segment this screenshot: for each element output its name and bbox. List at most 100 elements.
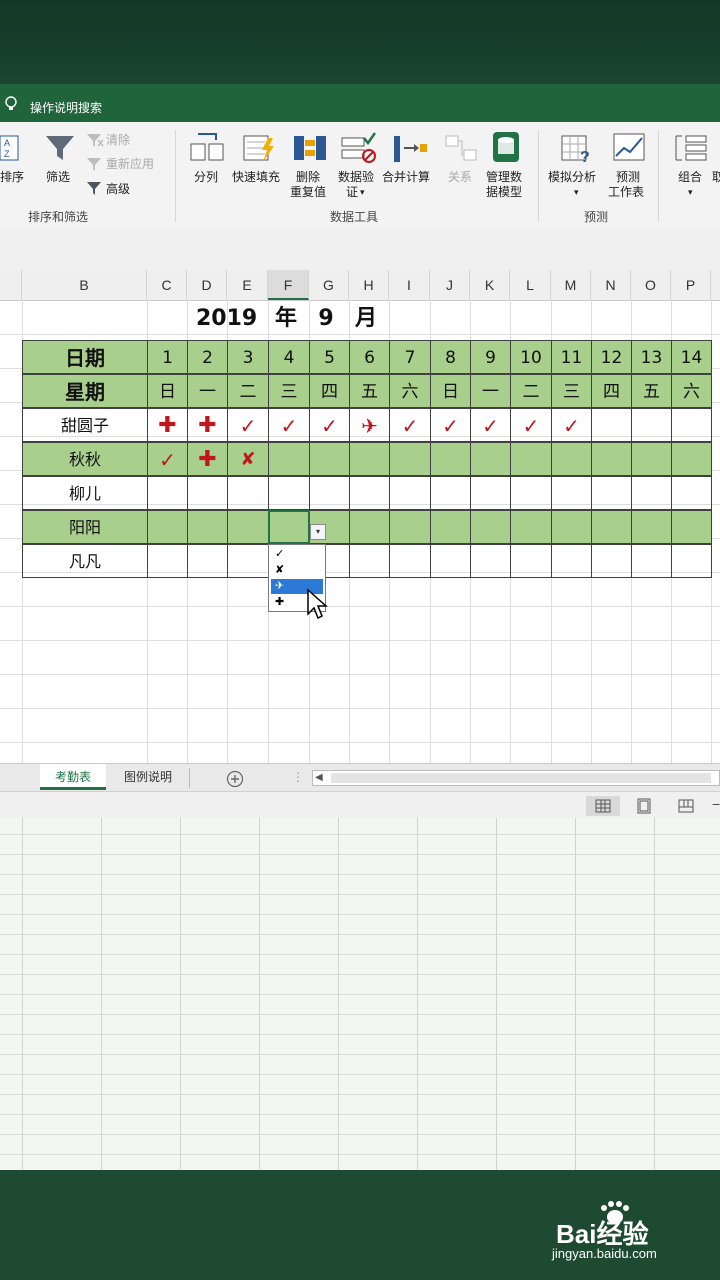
dropdown-arrow-button[interactable]: ▾ (310, 524, 326, 540)
column-header-e[interactable]: E (227, 270, 268, 300)
attendance-cell[interactable] (551, 510, 592, 544)
scroll-left-icon[interactable]: ◀ (315, 771, 323, 785)
attendance-cell[interactable] (268, 476, 310, 510)
attendance-cell[interactable] (470, 476, 511, 510)
flash-fill-button[interactable]: 快速填充 (232, 170, 280, 185)
weekday-cell[interactable]: 一 (187, 374, 228, 408)
clear-button[interactable]: 清除 (106, 133, 130, 148)
attendance-cell[interactable] (349, 544, 390, 578)
column-header-l[interactable]: L (510, 270, 551, 300)
attendance-cell[interactable] (591, 442, 632, 476)
column-header-d[interactable]: D (187, 270, 227, 300)
attendance-cell[interactable] (631, 476, 672, 510)
attendance-cell[interactable]: ✓ (268, 408, 310, 442)
attendance-cell[interactable]: ✓ (227, 408, 269, 442)
attendance-cell[interactable] (187, 476, 228, 510)
weekday-cell[interactable]: 五 (349, 374, 390, 408)
attendance-cell[interactable] (510, 442, 552, 476)
column-header-h[interactable]: H (349, 270, 389, 300)
dropdown-option[interactable]: ✘ (271, 563, 323, 578)
filter-button[interactable]: 筛选 (46, 170, 70, 185)
attendance-cell[interactable] (591, 544, 632, 578)
data-validation-l2[interactable]: 证 (346, 185, 358, 200)
weekday-cell[interactable]: 五 (631, 374, 672, 408)
column-header-o[interactable]: O (631, 270, 671, 300)
date-cell[interactable]: 13 (631, 340, 672, 374)
attendance-cell[interactable] (187, 510, 228, 544)
attendance-cell[interactable] (510, 510, 552, 544)
weekday-cell[interactable]: 四 (591, 374, 632, 408)
attendance-cell[interactable] (430, 476, 471, 510)
date-cell[interactable]: 14 (671, 340, 712, 374)
attendance-cell[interactable]: ✓ (510, 408, 552, 442)
scrollbar-thumb[interactable] (331, 773, 711, 783)
attendance-cell[interactable] (470, 510, 511, 544)
sort-button[interactable]: 排序 (0, 170, 24, 185)
attendance-cell[interactable] (309, 442, 350, 476)
attendance-cell[interactable] (510, 544, 552, 578)
person-name-cell[interactable]: 凡凡 (22, 544, 148, 578)
date-cell[interactable]: 4 (268, 340, 310, 374)
attendance-cell[interactable] (389, 442, 431, 476)
active-cell[interactable] (268, 510, 310, 544)
weekday-cell[interactable]: 三 (551, 374, 592, 408)
attendance-cell[interactable] (551, 476, 592, 510)
column-header-b[interactable]: B (22, 270, 147, 300)
weekday-cell[interactable]: 日 (430, 374, 471, 408)
date-cell[interactable]: 5 (309, 340, 350, 374)
attendance-cell[interactable] (349, 510, 390, 544)
dropdown-option[interactable]: ✓ (271, 547, 323, 562)
sheet-tab-attendance[interactable]: 考勤表 (40, 764, 106, 790)
advanced-button[interactable]: 高级 (106, 182, 130, 197)
date-cell[interactable]: 12 (591, 340, 632, 374)
tell-me-placeholder[interactable]: 操作说明搜索 (30, 99, 102, 116)
attendance-cell[interactable] (591, 408, 632, 442)
attendance-cell[interactable]: ✓ (430, 408, 471, 442)
forecast-sheet-l2[interactable]: 工作表 (608, 185, 644, 200)
person-name-cell[interactable]: 甜圆子 (22, 408, 148, 442)
attendance-cell[interactable] (671, 510, 712, 544)
what-if-button[interactable]: 模拟分析 (548, 170, 596, 185)
date-cell[interactable]: 3 (227, 340, 269, 374)
date-cell[interactable]: 1 (147, 340, 188, 374)
weekday-cell[interactable]: 四 (309, 374, 350, 408)
normal-view-icon[interactable] (586, 796, 620, 816)
text-to-columns-button[interactable]: 分列 (194, 170, 218, 185)
attendance-cell[interactable] (227, 476, 269, 510)
attendance-cell[interactable] (349, 476, 390, 510)
attendance-cell[interactable] (227, 544, 269, 578)
column-header-g[interactable]: G (309, 270, 349, 300)
weekday-cell[interactable]: 三 (268, 374, 310, 408)
page-break-view-icon[interactable] (678, 798, 694, 814)
attendance-cell[interactable] (349, 442, 390, 476)
attendance-cell[interactable] (147, 510, 188, 544)
attendance-cell[interactable] (671, 408, 712, 442)
relationships-button[interactable]: 关系 (448, 170, 472, 185)
consolidate-button[interactable]: 合并计算 (382, 170, 430, 185)
attendance-cell[interactable] (389, 510, 431, 544)
select-all-corner[interactable] (0, 270, 22, 300)
attendance-cell[interactable] (591, 510, 632, 544)
remove-duplicates-l2[interactable]: 重复值 (290, 185, 326, 200)
attendance-cell[interactable]: ✓ (551, 408, 592, 442)
weekday-cell[interactable]: 六 (671, 374, 712, 408)
attendance-cell[interactable] (430, 544, 471, 578)
weekday-cell[interactable]: 一 (470, 374, 511, 408)
attendance-cell[interactable] (671, 476, 712, 510)
data-validation-l1[interactable]: 数据验 (338, 170, 374, 185)
attendance-cell[interactable]: ✘ (227, 442, 269, 476)
attendance-cell[interactable] (147, 544, 188, 578)
attendance-cell[interactable] (631, 544, 672, 578)
attendance-cell[interactable] (551, 442, 592, 476)
column-header-m[interactable]: M (551, 270, 591, 300)
remove-duplicates-l1[interactable]: 删除 (296, 170, 320, 185)
date-cell[interactable]: 9 (470, 340, 511, 374)
column-header-n[interactable]: N (591, 270, 631, 300)
column-header-i[interactable]: I (389, 270, 430, 300)
group-button[interactable]: 组合 (678, 170, 702, 185)
attendance-cell[interactable] (268, 442, 310, 476)
weekday-cell[interactable]: 六 (389, 374, 431, 408)
attendance-cell[interactable] (510, 476, 552, 510)
date-cell[interactable]: 11 (551, 340, 592, 374)
attendance-cell[interactable] (591, 476, 632, 510)
